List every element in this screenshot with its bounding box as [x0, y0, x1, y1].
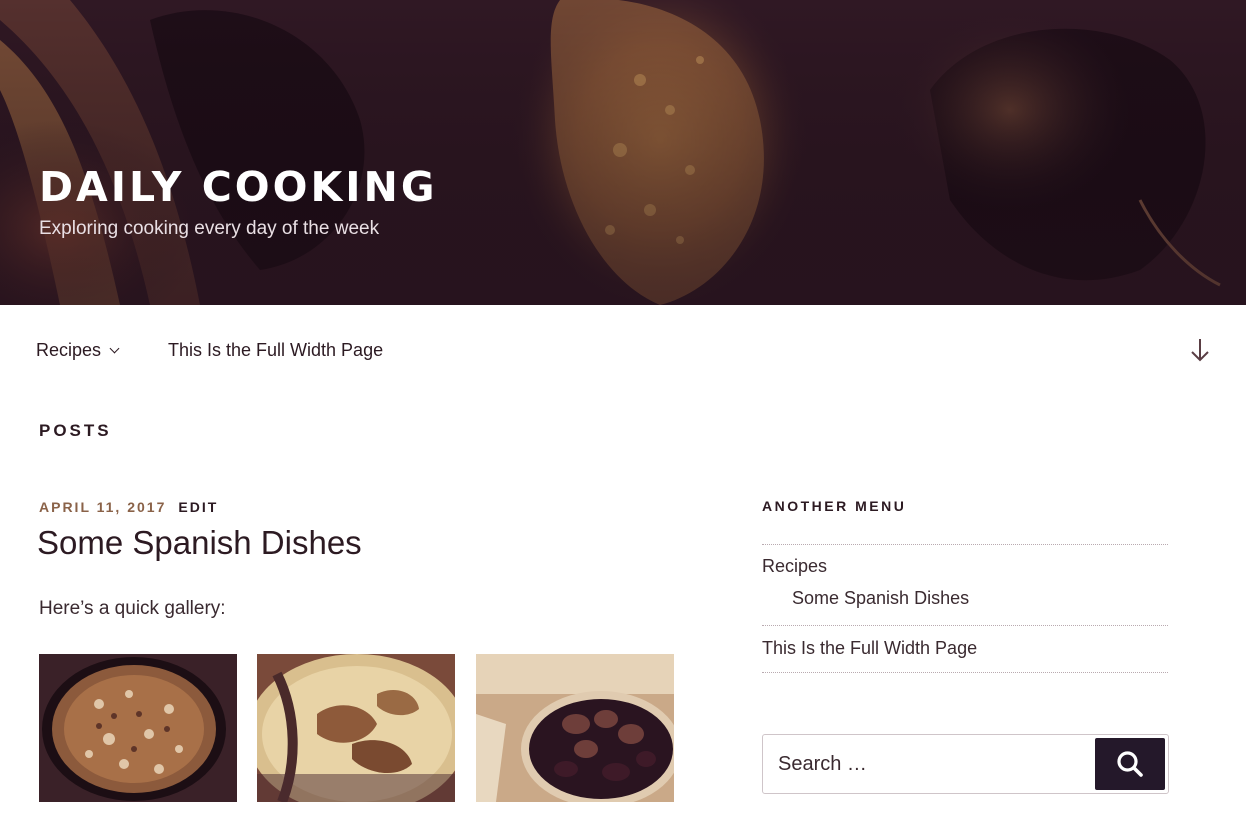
post-intro: Here’s a quick gallery: [39, 598, 226, 619]
header-image [0, 0, 1246, 305]
nav-item-recipes[interactable]: Recipes [36, 338, 120, 362]
site-description: Exploring cooking every day of the week [39, 218, 380, 239]
search-input[interactable] [763, 735, 1093, 793]
sidebar-menu-item-recipes[interactable]: Recipes [762, 554, 827, 578]
widget-title-another-menu: ANOTHER MENU [762, 498, 907, 514]
menu-divider [762, 672, 1168, 673]
search-icon [1117, 751, 1143, 777]
site-title[interactable]: DAILY COOKING [39, 160, 438, 214]
chevron-down-icon [109, 343, 120, 354]
post-date-link[interactable]: APRIL 11, 2017 [39, 499, 166, 515]
site-header: DAILY COOKING Exploring cooking every da… [0, 0, 1246, 305]
search-button[interactable] [1095, 738, 1165, 790]
gallery-image-paella[interactable] [39, 654, 237, 802]
gallery-image-mussels[interactable] [476, 654, 674, 802]
search-form [762, 734, 1169, 794]
sidebar-menu-item-full-width-page[interactable]: This Is the Full Width Page [762, 636, 977, 660]
arrow-down-icon[interactable] [1187, 335, 1213, 365]
entry-meta: APRIL 11, 2017 EDIT [39, 497, 218, 517]
menu-divider [762, 625, 1168, 626]
main-navigation: Recipes This Is the Full Width Page [0, 305, 1246, 395]
nav-item-label: Recipes [36, 340, 102, 360]
edit-link[interactable]: EDIT [178, 499, 218, 515]
nav-item-label: This Is the Full Width Page [168, 340, 384, 360]
gallery-image-fried-fish[interactable] [257, 654, 455, 802]
post-title[interactable]: Some Spanish Dishes [37, 522, 362, 564]
menu-divider [762, 544, 1168, 545]
sidebar-menu-item-some-spanish-dishes[interactable]: Some Spanish Dishes [792, 586, 969, 610]
page-title: POSTS [39, 421, 112, 440]
site-branding: DAILY COOKING Exploring cooking every da… [39, 160, 438, 242]
nav-item-full-width-page[interactable]: This Is the Full Width Page [168, 338, 383, 362]
